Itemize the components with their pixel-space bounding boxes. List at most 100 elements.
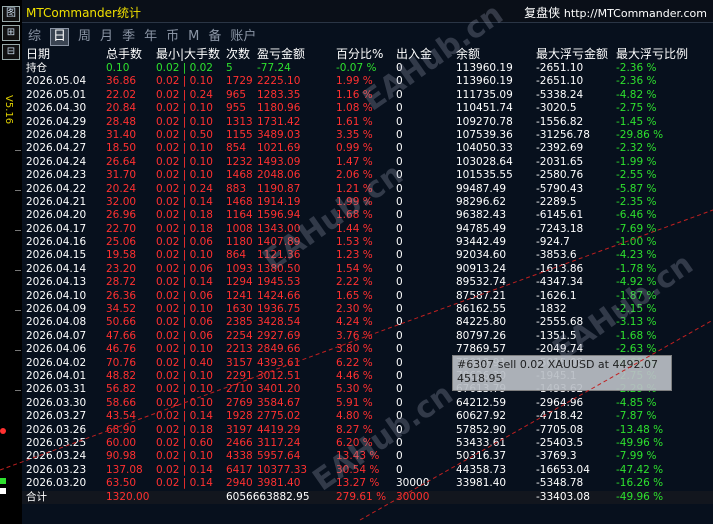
cell-count: 1468 (226, 195, 253, 208)
expand-button[interactable]: ⊞ (2, 25, 20, 41)
tab-2[interactable]: 周 (78, 29, 91, 45)
cell-lots: 20.24 (106, 182, 137, 195)
table-row[interactable]: 2026.04.28 31.40 0.02 | 0.50 1155 3489.03 3.3… (22, 129, 713, 142)
cell-max-float-pct: -4.85 % (616, 396, 657, 409)
cell-minmax: 0.02 | 0.14 (156, 276, 213, 289)
tab-4[interactable]: 季 (122, 29, 135, 45)
cell-date: 2026.03.30 (26, 396, 87, 409)
cell-lots: 68.90 (106, 423, 137, 436)
cell-minmax: 0.02 | 0.10 (156, 383, 213, 396)
table-row[interactable]: 2026.04.16 25.06 0.02 | 0.06 1180 1407.89 1.5… (22, 236, 713, 249)
tab-8[interactable]: 备 (208, 29, 221, 45)
statistics-panel: MTCommander统计 复盘侠 http://MTCommander.com… (22, 0, 713, 524)
cell-balance: 53433.61 (456, 436, 507, 449)
table-row[interactable]: 2026.04.14 23.20 0.02 | 0.06 1093 1380.50 1.5… (22, 263, 713, 276)
tab-3[interactable]: 月 (100, 29, 113, 45)
total-percent: 279.61 % (336, 490, 387, 503)
cell-date: 2026.04.24 (26, 155, 87, 168)
cell-date: 2026.04.30 (26, 102, 87, 115)
cell-count: 2385 (226, 316, 253, 329)
cell-balance: 90913.24 (456, 262, 507, 275)
total-label: 合计 (26, 490, 47, 503)
cell-minmax: 0.02 | 0.24 (156, 88, 213, 101)
cell-date: 2026.04.06 (26, 343, 87, 356)
position-row[interactable]: 持仓 0.10 0.02 | 0.02 5 -77.24 -0.07 % 0 1… (22, 62, 713, 75)
cell-date: 2026.04.14 (26, 262, 87, 275)
cell-balance: 60627.92 (456, 410, 507, 423)
cell-balance: 94785.49 (456, 222, 507, 235)
header-lots[interactable]: 总手数 (106, 45, 142, 62)
cell-lots: 32.00 (106, 195, 137, 208)
cell-count: 864 (226, 249, 247, 262)
cell-deposit: 0 (396, 115, 403, 128)
cell-percent: 1.47 % (336, 155, 373, 168)
table-row[interactable]: 2026.03.27 43.54 0.02 | 0.14 1928 2775.02 4.8… (22, 410, 713, 423)
brand-link[interactable]: 复盘侠 http://MTCommander.com (524, 4, 707, 21)
cell-lots: 23.20 (106, 262, 137, 275)
cell-deposit: 0 (396, 222, 403, 235)
cell-max-float: -2031.65 (536, 155, 584, 168)
cell-deposit: 0 (396, 356, 403, 369)
cell-lots: 48.82 (106, 369, 137, 382)
tick-mark (15, 270, 21, 271)
cell-minmax: 0.02 | 0.10 (156, 249, 213, 262)
table-row[interactable]: 2026.04.13 28.72 0.02 | 0.14 1294 1945.53 2.2… (22, 276, 713, 289)
left-toolbar: 图 ⊞ ⊟ V5.16 (0, 0, 23, 524)
cell-count: 955 (226, 102, 247, 115)
tick-mark (15, 390, 21, 391)
cell-minmax: 0.02 | 0.14 (156, 410, 213, 423)
table-row[interactable]: 2026.04.24 26.64 0.02 | 0.10 1232 1493.09 1.4… (22, 156, 713, 169)
tab-0[interactable]: 综 (28, 29, 41, 45)
total-deposit: 30000 (396, 490, 430, 503)
table-row[interactable]: 2026.04.27 18.50 0.02 | 0.10 854 1021.69 0.99… (22, 142, 713, 155)
chart-button[interactable]: 图 (2, 6, 20, 22)
brand-url[interactable]: http://MTCommander.com (564, 7, 707, 20)
table-row[interactable]: 2026.04.29 28.48 0.02 | 0.10 1313 1731.42 1.6… (22, 116, 713, 129)
cell-pnl: 1190.87 (257, 182, 301, 195)
header-max-float-pct[interactable]: 最大浮亏比例 (616, 45, 688, 62)
tab-5[interactable]: 年 (144, 29, 157, 45)
table-row[interactable]: 2026.03.30 58.66 0.02 | 0.10 2769 3584.67 5.9… (22, 397, 713, 410)
collapse-button[interactable]: ⊟ (2, 44, 20, 60)
cell-date: 2026.03.25 (26, 436, 87, 449)
cell-deposit: 0 (396, 236, 403, 249)
total-row[interactable]: 合计 1320.00 6056663882.95 279.61 % 30000 … (22, 490, 713, 504)
cell-percent: -0.07 % (336, 62, 377, 74)
header-count[interactable]: 次数 (226, 45, 250, 62)
cell-count: 1241 (226, 289, 253, 302)
cell-minmax: 0.02 | 0.06 (156, 262, 213, 275)
header-date[interactable]: 日期 (26, 45, 50, 62)
cell-balance: 64212.59 (456, 396, 507, 409)
cell-deposit: 0 (396, 329, 403, 342)
title-bar: MTCommander统计 复盘侠 http://MTCommander.com (22, 0, 713, 23)
cell-max-float: -4718.42 (536, 410, 584, 423)
cell-date: 2026.03.26 (26, 423, 87, 436)
header-pnl[interactable]: 盈亏金额 (257, 45, 305, 62)
cell-pnl: 2225.10 (257, 75, 301, 88)
tab-6[interactable]: 币 (166, 29, 179, 45)
table-row[interactable]: 2026.03.20 63.50 0.02 | 0.14 2940 3981.40 13.… (22, 477, 713, 490)
header-minmax[interactable]: 最小|大手数 (156, 45, 220, 62)
header-max-float[interactable]: 最大浮亏金额 (536, 45, 608, 62)
table-row[interactable]: 2026.04.17 22.70 0.02 | 0.18 1008 1343.00 1.4… (22, 223, 713, 236)
cell-max-float: -3769.3 (536, 450, 577, 463)
cell-deposit: 0 (396, 128, 403, 141)
cell-count: 1313 (226, 115, 253, 128)
cell-balance: 84225.80 (456, 316, 507, 329)
header-percent[interactable]: 百分比% (336, 45, 383, 62)
cell-count: 1294 (226, 276, 253, 289)
table-row[interactable]: 2026.04.15 19.58 0.02 | 0.10 864 1121.36 1.23… (22, 249, 713, 262)
cell-pnl: 5957.64 (257, 450, 301, 463)
cell-percent: 1.53 % (336, 236, 373, 249)
cell-max-float-pct: -6.46 % (616, 209, 657, 222)
cell-max-float-pct: -4.23 % (616, 249, 657, 262)
tab-7[interactable]: M (188, 29, 199, 45)
cell-minmax: 0.02 | 0.24 (156, 182, 213, 195)
tab-9[interactable]: 账户 (230, 29, 256, 45)
cell-max-float-pct: -1.00 % (616, 236, 657, 249)
cell-minmax: 0.02 | 0.10 (156, 450, 213, 463)
cell-balance: 89532.74 (456, 276, 507, 289)
cell-date: 2026.04.27 (26, 142, 87, 155)
cell-count: 854 (226, 142, 247, 155)
cell-minmax: 0.02 | 0.14 (156, 195, 213, 208)
